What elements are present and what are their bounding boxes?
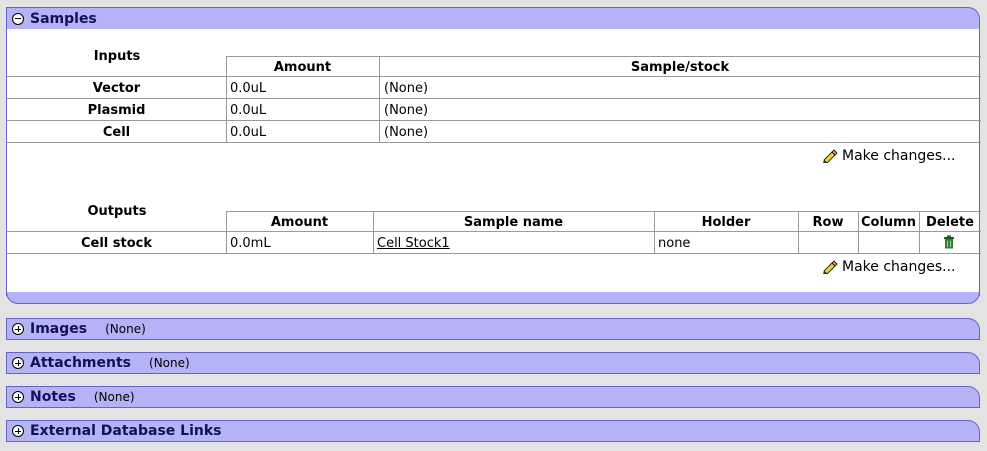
notes-panel-header[interactable]: Notes (None) (6, 386, 980, 408)
output-row-holder: none (658, 236, 691, 251)
outputs-make-changes-link[interactable]: Make changes... (822, 259, 956, 275)
external-links-title: External Database Links (30, 423, 222, 439)
inputs-col-sample: Sample/stock (630, 60, 730, 75)
inputs-label: Inputs (93, 49, 141, 64)
expand-plus-icon[interactable] (12, 425, 24, 437)
samples-panel-body: Inputs Amount Sample/stock Vector 0.0uL … (6, 29, 981, 296)
notes-title: Notes (30, 389, 76, 405)
attachments-title: Attachments (30, 355, 132, 371)
outputs-col-holder: Holder (701, 215, 751, 230)
input-row-amount: 0.0uL (230, 81, 267, 96)
output-row-name: Cell stock (80, 236, 153, 251)
outputs-col-amount: Amount (270, 215, 329, 230)
samples-title: Samples (30, 10, 97, 27)
pencil-icon (823, 260, 838, 274)
input-row-amount: 0.0uL (230, 103, 267, 118)
pencil-icon (823, 149, 838, 163)
outputs-col-row: Row (812, 215, 844, 230)
make-changes-label: Make changes... (842, 259, 956, 275)
expand-plus-icon[interactable] (12, 391, 24, 403)
inputs-make-changes-link[interactable]: Make changes... (822, 148, 956, 164)
samples-panel-footer (6, 292, 980, 304)
collapse-minus-icon[interactable] (12, 12, 24, 25)
delete-button[interactable] (943, 235, 955, 253)
expand-plus-icon[interactable] (12, 323, 24, 335)
input-row-name: Plasmid (87, 103, 146, 118)
outputs-col-column: Column (861, 215, 916, 230)
images-note: (None) (105, 322, 146, 336)
outputs-col-sample-name: Sample name (463, 215, 564, 230)
input-row-sample: (None) (384, 103, 429, 118)
external-links-panel-header[interactable]: External Database Links (6, 420, 980, 442)
input-row-name: Vector (92, 81, 141, 96)
attachments-note: (None) (149, 356, 190, 370)
input-row-amount: 0.0uL (230, 125, 267, 140)
images-title: Images (30, 321, 88, 337)
expand-plus-icon[interactable] (12, 357, 24, 369)
outputs-col-delete: Delete (926, 215, 974, 230)
output-row-sample-name-link[interactable]: Cell Stock1 (377, 236, 450, 251)
inputs-col-amount: Amount (273, 60, 332, 75)
outputs-label: Outputs (87, 204, 147, 219)
input-row-sample: (None) (384, 125, 429, 140)
samples-panel-header[interactable]: Samples (6, 7, 980, 29)
input-row-name: Cell (102, 125, 131, 140)
attachments-panel-header[interactable]: Attachments (None) (6, 352, 980, 374)
trash-icon[interactable] (943, 235, 955, 249)
make-changes-label: Make changes... (842, 148, 956, 164)
sample-name-link[interactable]: Cell Stock1 (377, 236, 450, 251)
input-row-sample: (None) (384, 81, 429, 96)
notes-note: (None) (93, 390, 135, 404)
images-panel-header[interactable]: Images (None) (6, 318, 980, 340)
output-row-amount: 0.0mL (230, 236, 271, 251)
